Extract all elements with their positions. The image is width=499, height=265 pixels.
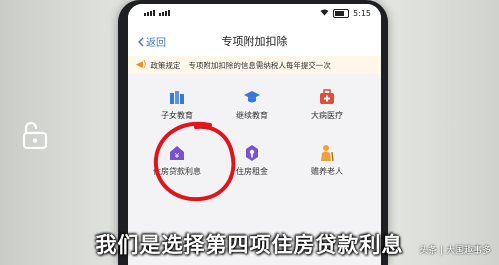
wifi-icon bbox=[320, 9, 329, 18]
page-title: 专项附加扣除 bbox=[221, 35, 288, 48]
category-elderly-support[interactable]: 赡养老人 bbox=[292, 144, 362, 177]
speaker-icon: ◀) bbox=[136, 60, 147, 70]
category-label: 赡养老人 bbox=[311, 167, 343, 176]
house-rent-icon bbox=[243, 144, 261, 162]
nav-header: 返回 专项附加扣除 bbox=[128, 24, 381, 57]
signal-icon bbox=[144, 10, 155, 16]
category-label: 大病医疗 bbox=[311, 111, 343, 120]
status-bar: 5:15 bbox=[128, 4, 381, 24]
signal-icon-2 bbox=[159, 10, 170, 16]
medical-kit-icon bbox=[318, 88, 336, 106]
category-serious-illness[interactable]: 大病医疗 bbox=[292, 88, 362, 121]
elderly-care-icon bbox=[318, 144, 336, 162]
status-time: 5:15 bbox=[353, 9, 371, 18]
red-circle-annotation bbox=[153, 121, 236, 202]
policy-notice-bar[interactable]: ◀) 政策规定 专项附加扣除的信息需纳税人每年提交一次 bbox=[128, 56, 381, 74]
graduation-cap-icon bbox=[243, 88, 261, 106]
children-education-icon bbox=[168, 88, 186, 106]
battery-icon bbox=[333, 9, 350, 18]
unlock-icon[interactable] bbox=[22, 121, 48, 149]
signal-indicator bbox=[144, 10, 170, 16]
notice-text: 专项附加扣除的信息需纳税人每年提交一次 bbox=[188, 60, 331, 70]
notice-label: 政策规定 bbox=[150, 60, 181, 70]
watermark: 头条 | 大国趣事多 bbox=[419, 246, 491, 256]
